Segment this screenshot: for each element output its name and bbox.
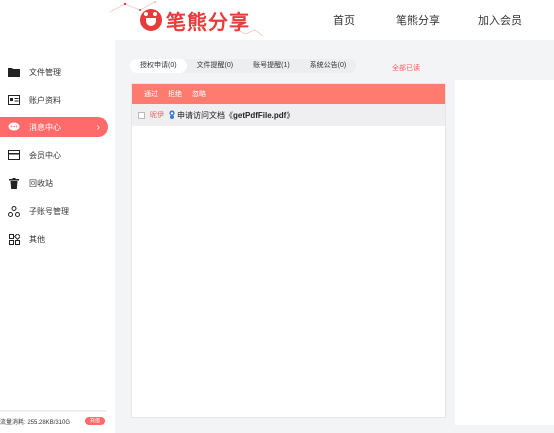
message-tabs: 授权申请(0) 文件提醒(0) 账号提醒(1) 系统公告(0) — [130, 59, 357, 73]
id-card-icon — [8, 94, 20, 106]
sidebar-item-label: 消息中心 — [29, 122, 61, 132]
request-text-suffix: 》 — [286, 110, 295, 120]
sidebar-item-label: 会员中心 — [29, 150, 61, 160]
sidebar-item-account-profile[interactable]: 账户资料 — [0, 90, 108, 110]
nav-home[interactable]: 首页 — [333, 12, 355, 28]
row-checkbox[interactable] — [138, 112, 145, 119]
folder-icon — [8, 66, 20, 78]
nav-share[interactable]: 笔熊分享 — [396, 12, 440, 28]
approve-button[interactable]: 通过 — [144, 89, 158, 99]
traffic-usage: 流量消耗: 255.28KB/310G 充值 — [0, 414, 110, 428]
message-center-panel: 授权申请(0) 文件提醒(0) 账号提醒(1) 系统公告(0) 全部已读 通过 … — [115, 40, 455, 433]
right-card — [455, 80, 554, 425]
sidebar-item-member-center[interactable]: 会员中心 — [0, 145, 108, 165]
message-list: 通过 拒绝 忽略 昵伊 申请访问文档《getPdfFile.pdf》 — [131, 83, 446, 418]
message-icon — [8, 121, 20, 133]
sidebar-item-label: 子账号管理 — [29, 206, 69, 216]
chevron-right-icon: › — [96, 121, 100, 133]
recharge-button[interactable]: 充值 — [85, 417, 105, 425]
sidebar-item-sub-account[interactable]: 子账号管理 — [0, 201, 108, 221]
sidebar-item-label: 其他 — [29, 234, 45, 244]
tab-file-reminders[interactable]: 文件提醒(0) — [187, 59, 244, 73]
mark-all-read-link[interactable]: 全部已读 — [392, 63, 420, 73]
sidebar-item-recycle-bin[interactable]: 回收站 — [0, 173, 108, 193]
request-text-prefix: 申请访问文档《 — [177, 110, 233, 120]
requester-name: 昵伊 — [150, 112, 164, 119]
usage-divider — [0, 410, 106, 412]
action-bar: 通过 拒绝 忽略 — [132, 84, 445, 104]
bear-avatar-icon — [169, 110, 175, 119]
nav-join-member[interactable]: 加入会员 — [478, 12, 522, 28]
sidebar-item-other[interactable]: 其他 — [0, 229, 108, 249]
sidebar-item-label: 账户资料 — [29, 95, 61, 105]
right-panel — [455, 40, 554, 433]
reject-button[interactable]: 拒绝 — [168, 89, 182, 99]
sidebar-item-label: 回收站 — [29, 178, 53, 188]
logo[interactable]: 笔熊分享 — [140, 6, 250, 34]
sub-account-icon — [8, 205, 20, 217]
sidebar: 文件管理 账户资料 消息中心 › 会员中心 回收站 子账号管理 其他 流量消耗:… — [0, 40, 115, 433]
sidebar-item-message-center[interactable]: 消息中心 › — [0, 117, 108, 137]
trash-icon — [8, 177, 20, 189]
traffic-usage-label: 流量消耗: 255.28KB/310G — [0, 419, 71, 426]
request-text: 申请访问文档《getPdfFile.pdf》 — [177, 110, 294, 121]
card-icon — [8, 149, 20, 161]
list-item[interactable]: 昵伊 申请访问文档《getPdfFile.pdf》 — [132, 104, 445, 126]
ignore-button[interactable]: 忽略 — [192, 89, 206, 99]
tab-system-announcements[interactable]: 系统公告(0) — [300, 59, 357, 73]
tab-account-reminders[interactable]: 账号提醒(1) — [243, 59, 300, 73]
sidebar-item-file-management[interactable]: 文件管理 — [0, 62, 108, 82]
tab-authorization-requests[interactable]: 授权申请(0) — [130, 59, 187, 73]
requested-file-name: getPdfFile.pdf — [233, 110, 287, 120]
top-header: 笔熊分享 首页 笔熊分享 加入会员 — [0, 0, 554, 40]
sidebar-item-label: 文件管理 — [29, 67, 61, 77]
logo-text: 笔熊分享 — [166, 11, 250, 34]
grid-icon — [8, 233, 20, 245]
bear-logo-icon — [140, 9, 162, 31]
